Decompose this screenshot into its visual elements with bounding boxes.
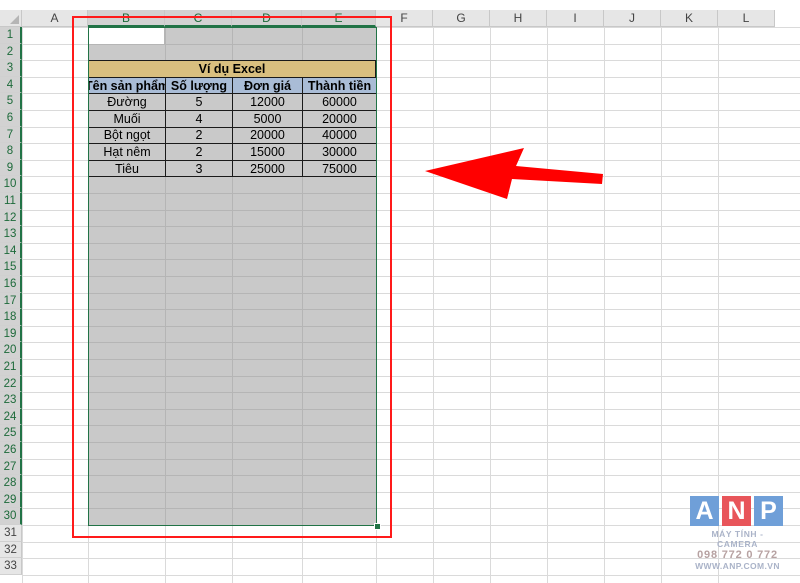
- logo-letters: A N P: [690, 496, 785, 526]
- row-header-10[interactable]: 10: [0, 176, 22, 193]
- row-header-30[interactable]: 30: [0, 508, 22, 525]
- column-header-h[interactable]: H: [490, 10, 547, 27]
- column-header-k[interactable]: K: [661, 10, 718, 27]
- row-header-16[interactable]: 16: [0, 276, 22, 293]
- row-header-11[interactable]: 11: [0, 193, 22, 210]
- logo-letter-p: P: [754, 496, 783, 526]
- row-header-1[interactable]: 1: [0, 27, 22, 44]
- column-header-g[interactable]: G: [433, 10, 490, 27]
- row-gridline: [22, 574, 800, 576]
- row-header-23[interactable]: 23: [0, 392, 22, 409]
- row-header-13[interactable]: 13: [0, 226, 22, 243]
- column-header-j[interactable]: J: [604, 10, 661, 27]
- row-header-26[interactable]: 26: [0, 442, 22, 459]
- anp-watermark-logo: A N P MÁY TÍNH - CAMERA 098 772 0 772 WW…: [690, 496, 785, 571]
- row-header-9[interactable]: 9: [0, 159, 22, 177]
- select-all-corner[interactable]: [0, 10, 22, 27]
- row-header-7[interactable]: 7: [0, 126, 22, 144]
- row-header-12[interactable]: 12: [0, 209, 22, 227]
- logo-letter-n: N: [722, 496, 751, 526]
- row-header-18[interactable]: 18: [0, 309, 22, 326]
- row-header-32[interactable]: 32: [0, 541, 22, 559]
- row-header-22[interactable]: 22: [0, 375, 22, 393]
- row-header-4[interactable]: 4: [0, 76, 22, 94]
- row-header-29[interactable]: 29: [0, 491, 22, 509]
- row-header-2[interactable]: 2: [0, 43, 22, 61]
- column-header-l[interactable]: L: [718, 10, 775, 27]
- row-header-33[interactable]: 33: [0, 558, 22, 575]
- logo-phone: 098 772 0 772: [697, 549, 778, 561]
- logo-tagline: MÁY TÍNH - CAMERA: [711, 529, 764, 549]
- row-header-21[interactable]: 21: [0, 359, 22, 376]
- row-header-14[interactable]: 14: [0, 242, 22, 260]
- red-arrow-icon: [425, 148, 603, 199]
- row-header-5[interactable]: 5: [0, 93, 22, 110]
- row-header-20[interactable]: 20: [0, 342, 22, 359]
- row-gridline: [22, 558, 800, 560]
- row-header-8[interactable]: 8: [0, 143, 22, 160]
- logo-website: WWW.ANP.COM.VN: [695, 561, 780, 571]
- row-header-25[interactable]: 25: [0, 425, 22, 442]
- row-header-15[interactable]: 15: [0, 259, 22, 276]
- row-header-27[interactable]: 27: [0, 458, 22, 476]
- row-header-31[interactable]: 31: [0, 525, 22, 542]
- column-header-i[interactable]: I: [547, 10, 604, 27]
- row-gridline: [22, 541, 800, 543]
- row-header-28[interactable]: 28: [0, 475, 22, 492]
- logo-letter-a: A: [690, 496, 719, 526]
- red-highlight-frame: [72, 16, 392, 538]
- row-header-19[interactable]: 19: [0, 325, 22, 343]
- row-header-17[interactable]: 17: [0, 292, 22, 310]
- row-header-6[interactable]: 6: [0, 110, 22, 127]
- row-header-24[interactable]: 24: [0, 408, 22, 426]
- row-header-3[interactable]: 3: [0, 60, 22, 77]
